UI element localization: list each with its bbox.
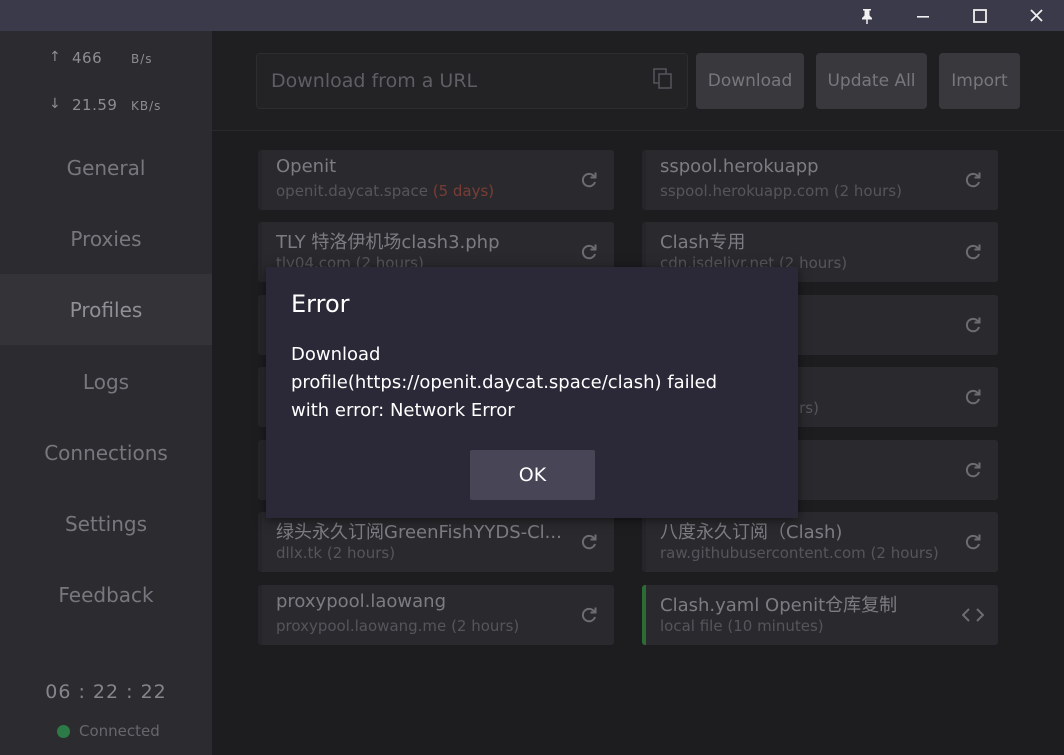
profile-host: dllx.tk [276, 544, 323, 562]
nav-settings[interactable]: Settings [0, 488, 212, 559]
profile-updated-age: (2 hours) [326, 544, 396, 562]
profile-updated-age: (10 minutes) [727, 617, 824, 635]
download-arrow-icon: ↓ [49, 96, 61, 112]
nav-logs[interactable]: Logs [0, 346, 212, 417]
maximize-icon[interactable] [957, 0, 1003, 31]
profile-source: proxypool.laowang.me (2 hours) [276, 617, 576, 635]
paste-icon[interactable] [653, 68, 673, 94]
refresh-icon[interactable] [578, 604, 600, 626]
profile-name: Clash.yaml Openit仓库复制 [660, 595, 898, 616]
profile-card[interactable]: 绿头永久订阅GreenFishYYDS-Cl... dllx.tk (2 hour… [258, 512, 614, 572]
profile-card[interactable]: Openit openit.daycat.space (5 days) [258, 150, 614, 210]
dialog-message: Download profile(https://openit.daycat.s… [291, 344, 718, 421]
profile-name: 八度永久订阅（Clash) [660, 522, 843, 543]
sidebar: ↑ 466 B/s ↓ 21.59 KB/s General Proxies P… [0, 31, 212, 755]
update-all-button[interactable]: Update All [816, 53, 927, 109]
clock: 06 : 22 : 22 [45, 681, 167, 703]
code-icon[interactable] [962, 604, 984, 626]
profile-name: proxypool.laowang [276, 591, 446, 612]
profile-updated-age: (2 hours) [870, 544, 939, 562]
upload-speed: 466 [72, 49, 103, 67]
profile-source: raw.githubusercontent.com (2 hours) [660, 544, 960, 562]
profile-host: raw.githubusercontent.com [660, 544, 866, 562]
refresh-icon[interactable] [578, 241, 600, 263]
connection-status-label: Connected [79, 722, 160, 740]
refresh-icon[interactable] [962, 241, 984, 263]
download-unit: KB/s [131, 99, 162, 113]
refresh-icon[interactable] [578, 531, 600, 553]
upload-unit: B/s [131, 52, 153, 66]
connection-status: Connected [57, 722, 160, 740]
nav-feedback[interactable]: Feedback [0, 559, 212, 630]
profiles-toolbar: Download Update All Import [212, 31, 1064, 131]
download-speed: 21.59 [72, 96, 118, 114]
profile-updated-age: (5 days) [432, 182, 495, 200]
profile-host: local file [660, 617, 723, 635]
profile-host: sspool.herokuapp.com [660, 182, 829, 200]
profile-updated-age: (2 hours) [451, 617, 520, 635]
title-bar [0, 0, 1064, 31]
minimize-icon[interactable] [900, 0, 946, 31]
url-field [256, 53, 688, 109]
refresh-icon[interactable] [578, 169, 600, 191]
status-dot-icon [57, 724, 70, 738]
profile-source: sspool.herokuapp.com (2 hours) [660, 182, 960, 200]
refresh-icon[interactable] [962, 386, 984, 408]
profile-name: 绿头永久订阅GreenFishYYDS-Cl... [276, 522, 562, 543]
dialog-title: Error [291, 290, 350, 318]
download-button[interactable]: Download [696, 53, 804, 109]
profile-source: local file (10 minutes) [660, 617, 960, 635]
profile-source: dllx.tk (2 hours) [276, 544, 576, 562]
nav-connections[interactable]: Connections [0, 417, 212, 488]
pin-icon[interactable] [844, 0, 890, 31]
profile-host: proxypool.laowang.me [276, 617, 447, 635]
profile-card[interactable]: 八度永久订阅（Clash) raw.githubusercontent.com (… [642, 512, 998, 572]
profile-host: openit.daycat.space [276, 182, 428, 200]
profile-name: Openit [276, 156, 337, 177]
refresh-icon[interactable] [962, 531, 984, 553]
upload-arrow-icon: ↑ [49, 49, 61, 65]
profile-name: sspool.herokuapp [660, 156, 819, 177]
nav-proxies[interactable]: Proxies [0, 203, 212, 274]
close-icon[interactable] [1013, 0, 1059, 31]
url-input[interactable] [257, 54, 637, 108]
nav-profiles[interactable]: Profiles [0, 274, 212, 345]
profile-card[interactable]: proxypool.laowang proxypool.laowang.me (2… [258, 585, 614, 645]
error-dialog: Error Download profile(https://openit.da… [266, 267, 798, 518]
profile-card[interactable]: sspool.herokuapp sspool.herokuapp.com (2 … [642, 150, 998, 210]
profile-name: Clash专用 [660, 232, 746, 253]
download-traffic: ↓ 21.59 KB/s [0, 94, 212, 118]
nav-general[interactable]: General [0, 132, 212, 203]
refresh-icon[interactable] [962, 314, 984, 336]
profile-name: TLY 特洛伊机场clash3.php [276, 232, 500, 253]
profile-source: openit.daycat.space (5 days) [276, 182, 576, 200]
profile-card[interactable]: Clash.yaml Openit仓库复制 local file (10 minu… [642, 585, 998, 645]
ok-button[interactable]: OK [470, 450, 595, 500]
upload-traffic: ↑ 466 B/s [0, 47, 212, 71]
refresh-icon[interactable] [962, 169, 984, 191]
refresh-icon[interactable] [962, 459, 984, 481]
import-button[interactable]: Import [939, 53, 1020, 109]
profile-updated-age: (2 hours) [833, 182, 902, 200]
